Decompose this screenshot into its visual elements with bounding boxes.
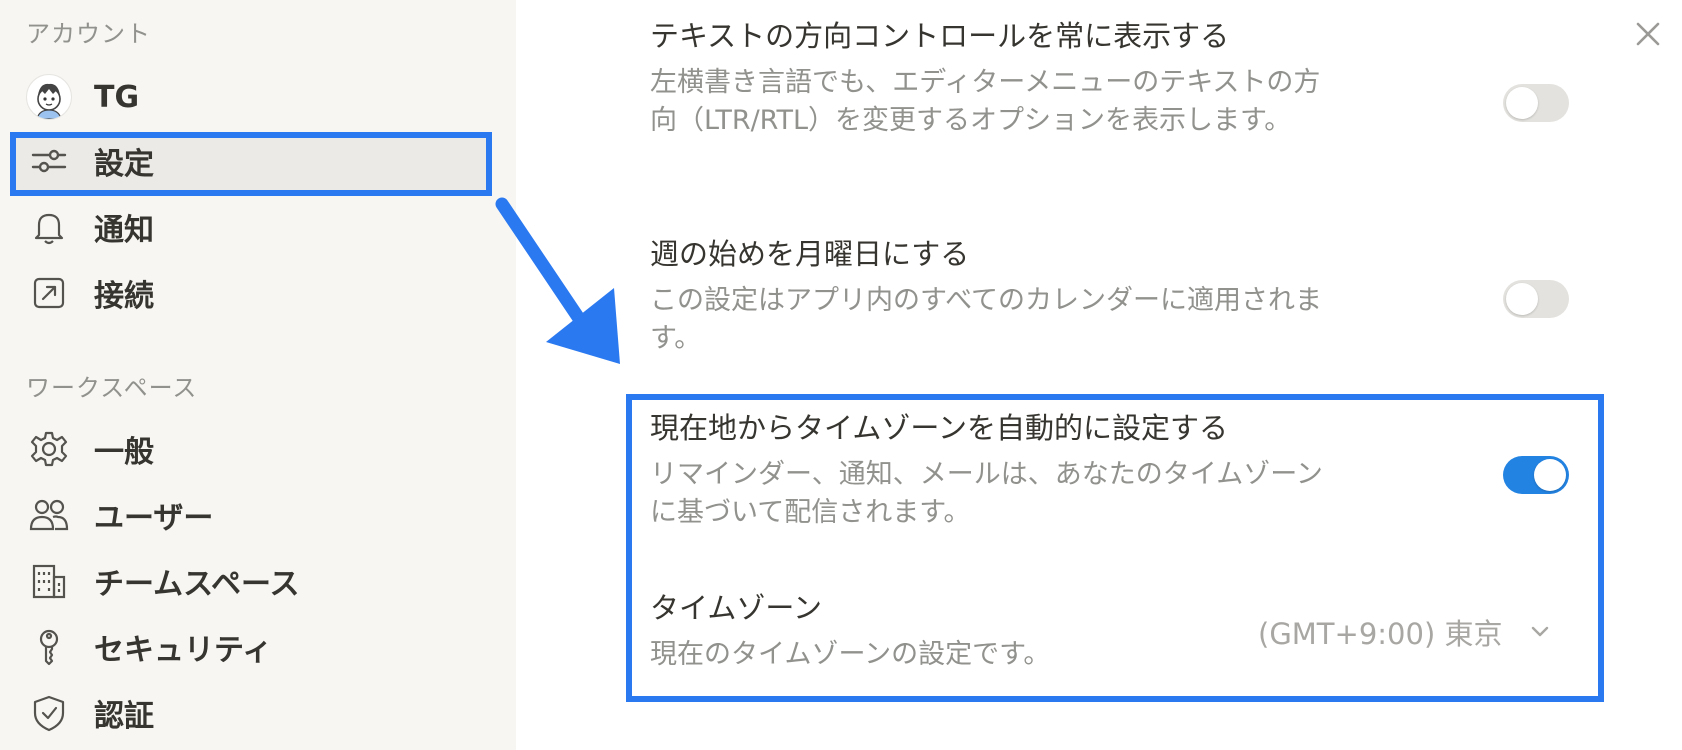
sidebar-item-connections[interactable]: 接続 [12,264,490,322]
sidebar-item-label: チームスペース [94,567,300,602]
setting-week-start-monday: 週の始めを月曜日にする この設定はアプリ内のすべてのカレンダーに適用されます。 [650,234,1570,358]
timezone-value: (GMT+9:00) 東京 [1258,617,1503,651]
sidebar: アカウント TG 設定 通知 接続 ワークスペース 一般 ユーザー チームスペー… [0,0,516,750]
settings-sliders-icon [26,138,72,184]
sidebar-item-label: ユーザー [94,501,214,536]
toggle-knob [1506,283,1538,315]
workspace-section-title: ワークスペース [26,374,198,402]
sidebar-item-settings[interactable]: 設定 [12,132,490,190]
sidebar-item-account-user[interactable]: TG [12,68,490,126]
gear-icon [26,426,72,472]
sidebar-item-label: 接続 [94,279,154,314]
sidebar-item-label: 認証 [94,699,154,734]
close-icon [1636,22,1660,46]
setting-auto-timezone: 現在地からタイムゾーンを自動的に設定する リマインダー、通知、メールは、あなたの… [650,408,1570,532]
sidebar-item-label: 通知 [94,213,154,248]
setting-title: テキストの方向コントロールを常に表示する [650,19,1230,53]
sidebar-item-teamspaces[interactable]: チームスペース [12,552,490,610]
sidebar-item-security[interactable]: セキュリティ [12,618,490,676]
auto-timezone-toggle[interactable] [1503,456,1569,494]
week-start-toggle[interactable] [1503,280,1569,318]
sidebar-item-label: 一般 [94,435,154,470]
setting-title: 週の始めを月曜日にする [650,237,970,271]
settings-screen: アカウント TG 設定 通知 接続 ワークスペース 一般 ユーザー チームスペー… [0,0,1682,750]
setting-description: 左横書き言語でも、エディターメニューのテキストの方向（LTR/RTL）を変更する… [650,67,1321,136]
sidebar-item-notifications[interactable]: 通知 [12,198,490,256]
setting-text-direction: テキストの方向コントロールを常に表示する 左横書き言語でも、エディターメニューの… [650,16,1570,140]
avatar [26,74,72,120]
user-name: TG [94,79,140,115]
setting-description: リマインダー、通知、メールは、あなたのタイムゾーンに基づいて配信されます。 [650,459,1323,528]
setting-description: 現在のタイムゾーンの設定です。 [650,639,1051,670]
sidebar-item-users[interactable]: ユーザー [12,486,490,544]
chevron-down-icon [1532,626,1549,637]
toggle-knob [1534,459,1566,491]
setting-title: 現在地からタイムゾーンを自動的に設定する [650,411,1228,445]
building-icon [26,558,72,604]
close-button[interactable] [1630,16,1666,52]
toggle-knob [1506,87,1538,119]
sidebar-item-general[interactable]: 一般 [12,420,490,478]
account-section-title: アカウント [26,20,151,48]
key-icon [26,624,72,670]
users-icon [26,492,72,538]
external-link-icon [26,270,72,316]
bell-icon [26,204,72,250]
setting-description: この設定はアプリ内のすべてのカレンダーに適用されます。 [650,285,1323,354]
timezone-select[interactable]: (GMT+9:00) 東京 [1258,610,1554,654]
sidebar-item-label: 設定 [94,147,154,182]
sidebar-item-label: セキュリティ [94,633,273,668]
arrow-down-right-icon [495,197,620,364]
shield-icon [26,690,72,736]
sidebar-item-identity[interactable]: 認証 [12,684,490,742]
text-direction-toggle[interactable] [1503,84,1569,122]
